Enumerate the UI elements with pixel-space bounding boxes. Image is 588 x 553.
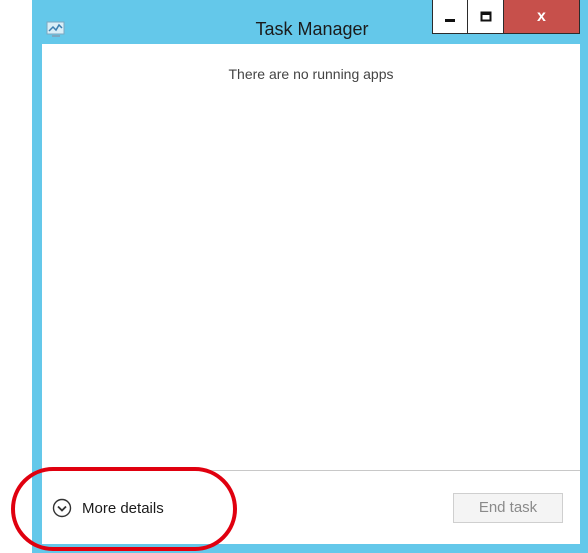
task-manager-window: Task Manager x There are no running apps… (32, 0, 588, 553)
more-details-toggle[interactable]: More details (52, 496, 164, 520)
task-manager-icon (46, 21, 65, 37)
minimize-icon (445, 18, 455, 22)
close-icon: x (537, 7, 546, 25)
chevron-down-circle-icon (52, 498, 72, 518)
minimize-button[interactable] (432, 0, 468, 34)
maximize-icon (480, 11, 491, 21)
maximize-button[interactable] (468, 0, 504, 34)
close-button[interactable]: x (504, 0, 580, 34)
end-task-button[interactable]: End task (453, 493, 563, 523)
empty-state-message: There are no running apps (228, 66, 394, 82)
app-list-panel: There are no running apps More details E… (42, 44, 580, 544)
window-title: Task Manager (255, 19, 369, 39)
more-details-label: More details (82, 499, 164, 517)
title-bar[interactable]: Task Manager x (32, 0, 588, 44)
footer-divider (42, 470, 580, 471)
